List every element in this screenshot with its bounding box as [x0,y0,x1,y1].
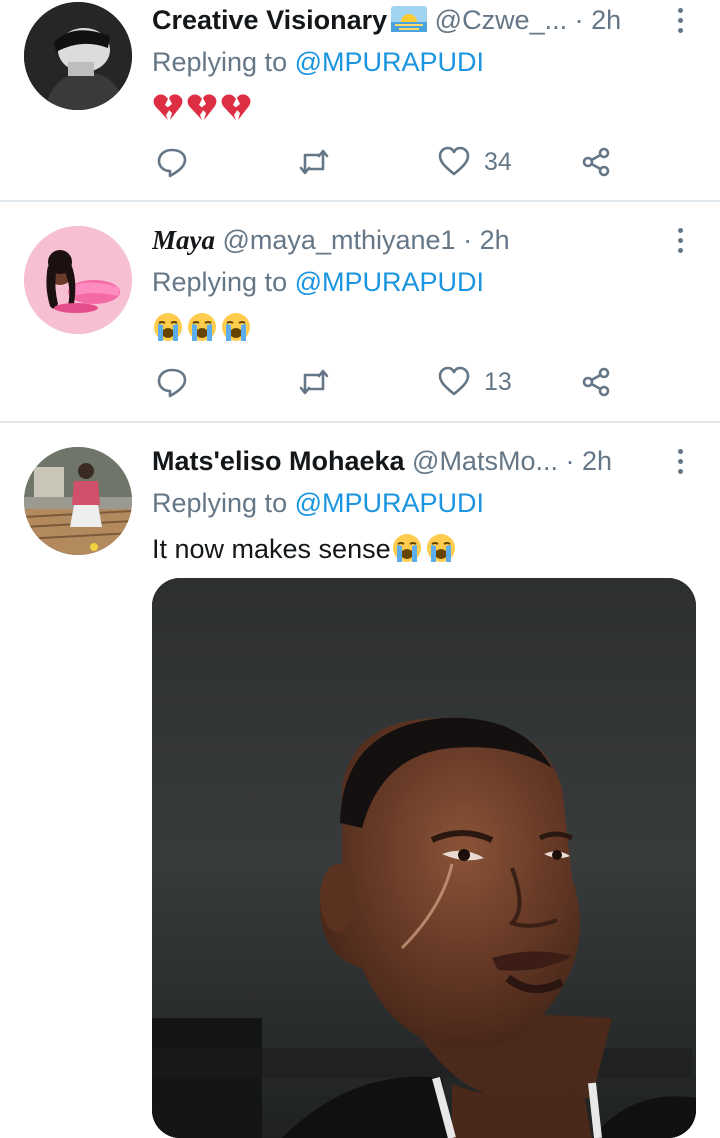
crying-face-emoji-icon [152,311,184,343]
more-options-icon[interactable] [670,228,690,258]
tweet-text: It now makes sense [152,529,459,569]
replying-to-label: Replying to [152,47,295,77]
sunrise-emoji-icon [391,3,428,32]
tweet-media-image[interactable] [152,578,696,1138]
crying-face-emoji-icon [220,311,252,343]
tweet-actions: 34 [152,142,652,182]
tweet-actions: 13 [152,362,652,402]
display-name[interactable]: Maya [152,225,215,255]
tweet-header: Mats'eliso Mohaeka @MatsMo... · 2h [152,441,660,481]
share-icon [582,147,610,177]
avatar-maya[interactable] [24,226,132,334]
tweet-divider [0,200,720,202]
separator-dot: · [574,5,584,35]
reply-icon [157,148,187,178]
heart-icon [438,146,470,176]
replying-to: Replying to @MPURAPUDI [152,262,484,302]
avatar-creative-visionary[interactable] [24,2,132,110]
mention-link[interactable]: @MPURAPUDI [295,47,484,77]
tweet-header: Creative Visionary @Czwe_... · 2h [152,0,660,40]
tweet-text [152,308,254,348]
separator-dot: · [463,225,473,255]
tweet-2[interactable]: Maya @maya_mthiyane1 · 2h Replying to @M… [0,220,720,420]
display-name[interactable]: Mats'eliso Mohaeka [152,446,405,476]
timestamp[interactable]: 2h [591,5,621,35]
more-options-icon[interactable] [670,8,690,38]
replying-to: Replying to @MPURAPUDI [152,483,484,523]
crying-face-emoji-icon [186,311,218,343]
broken-heart-emoji-icon [152,91,184,123]
crying-face-emoji-icon [425,532,457,564]
tweet-header: Maya @maya_mthiyane1 · 2h [152,220,660,260]
heart-icon [438,366,470,396]
share-icon [582,367,610,397]
like-count: 34 [484,147,512,176]
retweet-icon [299,369,329,395]
share-button[interactable] [580,142,612,182]
reply-icon [157,368,187,398]
replying-to: Replying to @MPURAPUDI [152,42,484,82]
broken-heart-emoji-icon [220,91,252,123]
timestamp[interactable]: 2h [480,225,510,255]
separator-dot: · [565,446,575,476]
handle[interactable]: @MatsMo... [412,446,558,476]
like-button[interactable]: 34 [438,142,512,182]
timestamp[interactable]: 2h [582,446,612,476]
tweet-text [152,88,254,128]
share-button[interactable] [580,362,612,402]
retweet-icon [299,149,329,175]
avatar-matseliso[interactable] [24,447,132,555]
tweet-divider [0,421,720,423]
retweet-button[interactable] [298,362,330,402]
photo-selfie [152,578,696,1138]
like-count: 13 [484,367,512,396]
broken-heart-emoji-icon [186,91,218,123]
retweet-button[interactable] [298,142,330,182]
display-name[interactable]: Creative Visionary [152,5,387,35]
crying-face-emoji-icon [391,532,423,564]
more-options-icon[interactable] [670,449,690,479]
mention-link[interactable]: @MPURAPUDI [295,488,484,518]
replying-to-label: Replying to [152,488,295,518]
replying-to-label: Replying to [152,267,295,297]
tweet-1[interactable]: Creative Visionary @Czwe_... · 2h Replyi… [0,0,720,200]
handle[interactable]: @Czwe_... [435,5,567,35]
reply-button[interactable] [156,142,188,182]
tweet-text-content: It now makes sense [152,534,391,564]
reply-button[interactable] [156,362,188,402]
mention-link[interactable]: @MPURAPUDI [295,267,484,297]
handle[interactable]: @maya_mthiyane1 [223,225,456,255]
like-button[interactable]: 13 [438,362,512,402]
